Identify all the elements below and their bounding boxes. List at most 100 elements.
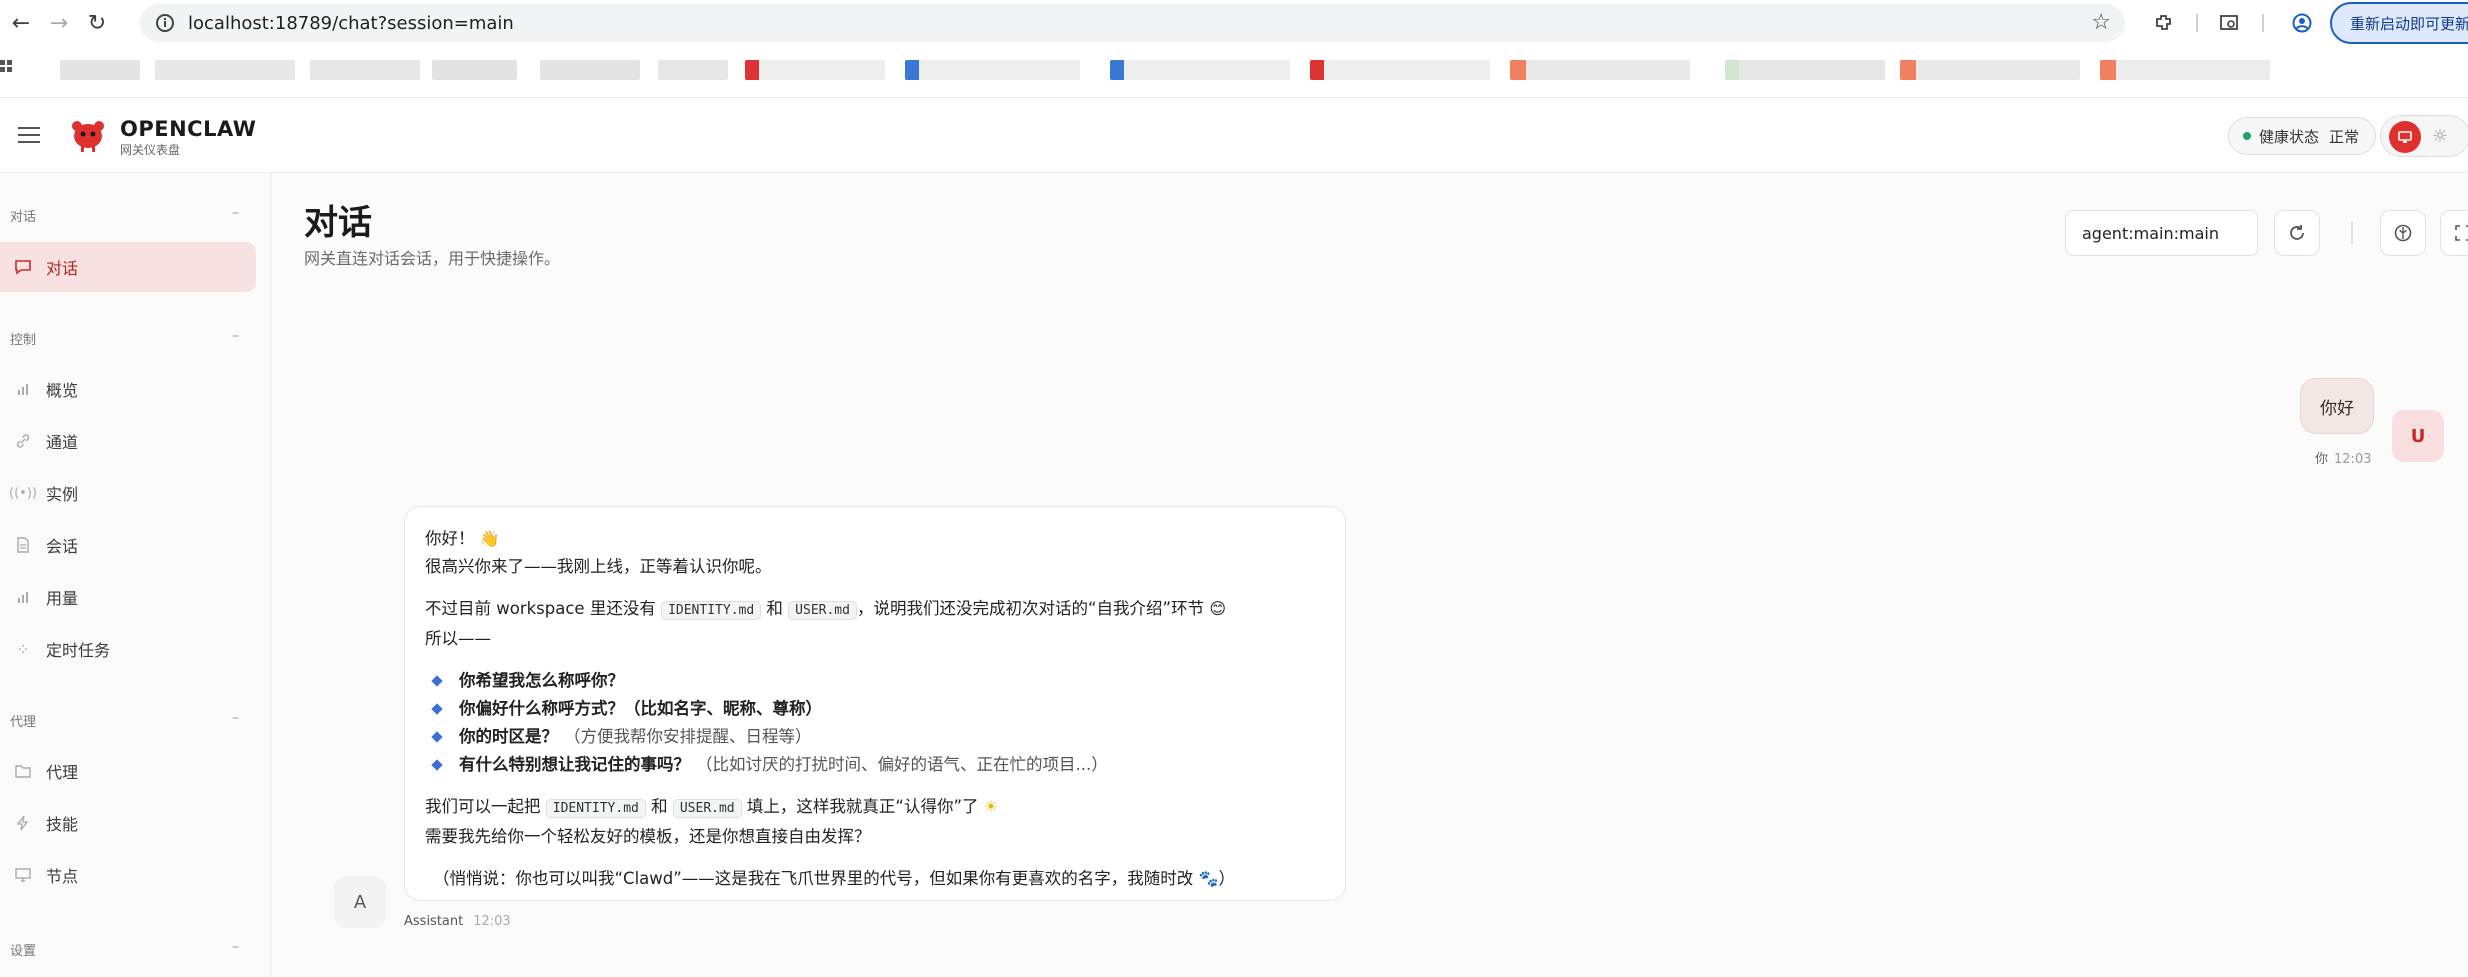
sidebar-item-instances[interactable]: ((•)) 实例	[0, 468, 256, 518]
list-item: 你的时区是？ （方便我帮你安排提醒、日程等）	[425, 723, 1325, 751]
waving-hand-icon: 👋	[479, 529, 500, 548]
chat-icon	[12, 256, 34, 278]
bookmark-blurred[interactable]	[745, 60, 885, 80]
bookmark-blurred[interactable]	[310, 60, 420, 80]
inline-code: USER.md	[672, 799, 742, 818]
bookmark-blurred[interactable]	[658, 60, 728, 80]
message-line: 我们可以一起把 IDENTITY.md 和 USER.md 填上，这样我就真正“…	[425, 797, 999, 818]
sender-name: 你	[2315, 452, 2329, 467]
apps-grid-icon[interactable]	[0, 60, 18, 78]
reload-icon[interactable]: ↻	[80, 6, 114, 40]
health-value: 正常	[2329, 127, 2360, 146]
extensions-icon[interactable]	[2150, 9, 2178, 37]
collapse-icon[interactable]: –	[232, 710, 239, 726]
bookmark-blurred[interactable]	[1900, 60, 2080, 80]
sidebar-item-cron-jobs[interactable]: ⁘ 定时任务	[0, 624, 256, 674]
sidebar-item-label: 节点	[46, 867, 79, 886]
status-dot-icon	[2243, 132, 2251, 140]
sidebar-item-chat[interactable]: 对话	[0, 242, 256, 292]
sidebar-item-nodes[interactable]: 节点	[0, 850, 256, 900]
user-message-bubble: 你好	[2300, 378, 2374, 434]
health-label: 健康状态	[2259, 127, 2320, 146]
bookmarks-bar	[0, 46, 2468, 98]
message-time: 12:03	[2334, 452, 2372, 467]
sidebar-item-channels[interactable]: 通道	[0, 416, 256, 466]
restart-to-update-button[interactable]: 重新启动即可更新	[2330, 2, 2468, 44]
sidebar-item-label: 通道	[46, 433, 79, 452]
message-time: 12:03	[473, 914, 511, 929]
site-info-icon[interactable]	[154, 12, 176, 34]
health-status-badge: 健康状态 正常	[2228, 117, 2376, 155]
sidebar-section-title: 控制	[10, 333, 37, 348]
smile-emoji-icon: 😊	[1209, 599, 1227, 618]
bar-chart-icon	[12, 378, 34, 400]
sender-name: Assistant	[404, 914, 464, 929]
assistant-message-meta: Assistant 12:03	[404, 914, 511, 929]
sun-icon[interactable]: ☼	[2429, 126, 2451, 148]
bookmark-blurred[interactable]	[2100, 60, 2270, 80]
bookmark-blurred[interactable]	[1310, 60, 1490, 80]
bookmark-blurred[interactable]	[905, 60, 1080, 80]
tab-search-icon[interactable]	[2215, 9, 2243, 37]
sidebar-item-usage[interactable]: 用量	[0, 572, 256, 622]
bookmark-blurred[interactable]	[540, 60, 640, 80]
page-title: 对话	[304, 203, 372, 243]
message-line: 所以——	[425, 629, 491, 648]
user-message-meta: 你 12:03	[2315, 448, 2371, 467]
message-line: 很高兴你来了——我刚上线，正等着认识你呢。	[425, 557, 772, 576]
sidebar-item-agents[interactable]: 代理	[0, 746, 256, 796]
monitor-icon[interactable]	[2389, 121, 2421, 153]
thinking-toggle-button[interactable]	[2380, 210, 2426, 256]
list-item: 你偏好什么称呼方式？（比如名字、昵称、尊称）	[425, 695, 1325, 723]
sidebar-item-label: 用量	[46, 589, 79, 608]
message-line: 不过目前 workspace 里还没有 IDENTITY.md 和 USER.m…	[425, 599, 1227, 620]
collapse-icon[interactable]: –	[232, 205, 239, 221]
folder-icon	[12, 760, 34, 782]
inline-code: IDENTITY.md	[545, 799, 646, 818]
sidebar-item-label: 会话	[46, 537, 79, 556]
sidebar: 对话 – 对话 控制 – 概览 通道 ((•)) 实例 会话 用量 ⁘ 定时任务…	[0, 173, 272, 977]
collapse-icon[interactable]: –	[232, 939, 239, 955]
sidebar-item-label: 概览	[46, 381, 79, 400]
refresh-button[interactable]	[2274, 210, 2320, 256]
sidebar-item-label: 代理	[46, 763, 79, 782]
inline-code: USER.md	[788, 601, 857, 620]
forward-icon[interactable]: →	[42, 6, 76, 40]
list-item: 你希望我怎么称呼你？	[425, 667, 1325, 695]
sidebar-item-label: 对话	[46, 259, 79, 278]
divider	[2351, 222, 2353, 244]
sidebar-item-overview[interactable]: 概览	[0, 364, 256, 414]
list-item: 有什么特别想让我记住的事吗？ （比如讨厌的打扰时间、偏好的语气、正在忙的项目...…	[425, 751, 1325, 779]
bookmark-blurred[interactable]	[60, 60, 140, 80]
theme-toggle[interactable]: ☼	[2380, 115, 2468, 157]
collapse-icon[interactable]: –	[232, 328, 239, 344]
back-icon[interactable]: ←	[4, 6, 38, 40]
url-text: localhost:18789/chat?session=main	[188, 12, 514, 34]
sidebar-item-skills[interactable]: 技能	[0, 798, 256, 848]
session-selector[interactable]: agent:main:main	[2065, 210, 2258, 256]
bookmark-blurred[interactable]	[1725, 60, 1885, 80]
browser-toolbar: ← → ↻ localhost:18789/chat?session=main …	[0, 0, 2468, 46]
bookmark-blurred[interactable]	[432, 60, 517, 80]
sidebar-item-sessions[interactable]: 会话	[0, 520, 256, 570]
assistant-avatar: A	[334, 876, 386, 928]
brain-icon	[2394, 224, 2412, 242]
bookmark-blurred[interactable]	[155, 60, 295, 80]
focus-mode-button[interactable]	[2440, 210, 2468, 256]
sun-emoji-icon: ☀	[983, 797, 999, 816]
bookmark-star-icon[interactable]: ☆	[2091, 10, 2111, 35]
app-header: OPENCLAW 网关仪表盘 健康状态 正常 ☼	[0, 99, 2468, 173]
menu-icon[interactable]	[18, 125, 40, 145]
inline-code: IDENTITY.md	[661, 601, 762, 620]
message-line: （悄悄说：你也可以叫我“Clawd”——这是我在飞爪世界里的代号，但如果你有更喜…	[433, 869, 1235, 888]
expand-icon	[2455, 225, 2468, 241]
brand-subtitle: 网关仪表盘	[120, 143, 181, 157]
profile-icon[interactable]	[2288, 9, 2316, 37]
document-icon	[12, 534, 34, 556]
address-bar[interactable]: localhost:18789/chat?session=main ☆	[140, 4, 2125, 42]
loader-icon: ⁘	[16, 639, 30, 659]
bookmark-blurred[interactable]	[1110, 60, 1290, 80]
bookmark-blurred[interactable]	[1510, 60, 1690, 80]
sidebar-item-label: 技能	[46, 815, 79, 834]
lightning-icon	[12, 812, 34, 834]
